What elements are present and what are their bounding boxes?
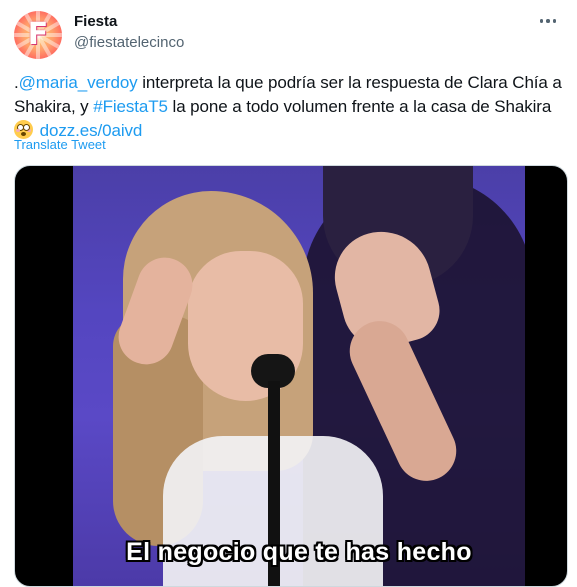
- avatar[interactable]: F: [14, 11, 62, 59]
- hashtag-link[interactable]: #FiestaT5: [93, 97, 168, 116]
- more-options-icon[interactable]: [534, 10, 562, 32]
- author-handle[interactable]: @fiestatelecinco: [74, 33, 184, 53]
- translate-tweet-link[interactable]: Translate Tweet: [14, 137, 106, 153]
- tweet-text-segment: la pone a todo volumen frente a la casa …: [167, 97, 552, 116]
- video-player[interactable]: El negocio que te has hecho: [14, 165, 568, 587]
- video-frame[interactable]: El negocio que te has hecho: [73, 166, 525, 586]
- avatar-logo-letter: F: [27, 17, 49, 52]
- mention-link[interactable]: @maria_verdoy: [19, 73, 138, 92]
- video-caption: El negocio que te has hecho: [126, 538, 472, 566]
- tweet-text: .@maria_verdoy interpreta la que podría …: [14, 71, 564, 143]
- author-display-name[interactable]: Fiesta: [74, 12, 117, 32]
